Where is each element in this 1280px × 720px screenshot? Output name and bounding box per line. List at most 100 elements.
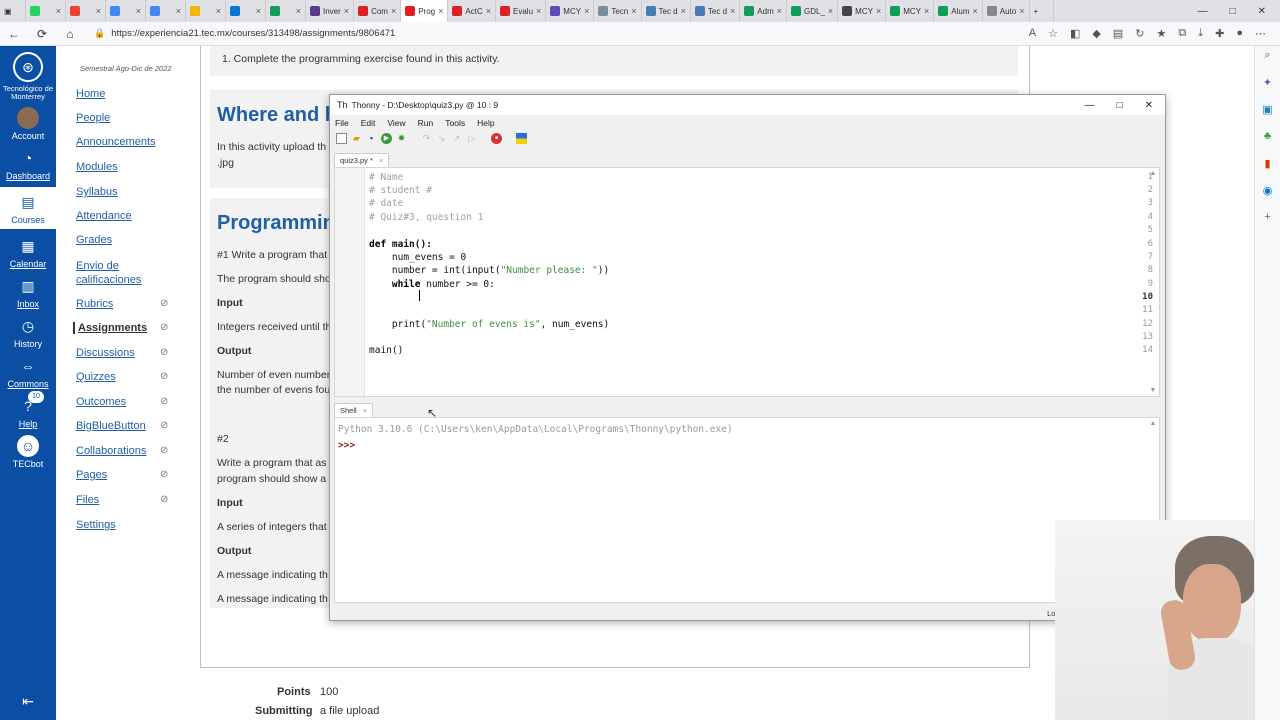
browser-tab[interactable]: × (266, 0, 306, 22)
office-icon[interactable]: ▮ (1255, 157, 1280, 181)
course-nav-assignments[interactable]: Assignments (73, 322, 147, 334)
browser-tab[interactable]: MCY × (838, 0, 887, 22)
close-tab-icon[interactable]: × (379, 156, 383, 165)
close-tab-icon[interactable]: × (173, 6, 181, 16)
course-nav-bigbluebutton[interactable]: BigBlueButton (76, 420, 146, 432)
scroll-up-icon[interactable]: ▲ (1149, 420, 1157, 427)
browser-tab[interactable]: Auto × (983, 0, 1030, 22)
url-field[interactable]: 🔒 https://experiencia21.tec.mx/courses/3… (94, 28, 395, 39)
close-tab-icon[interactable]: × (825, 6, 833, 16)
refresh-extension-icon[interactable]: ↻ (1135, 27, 1144, 40)
close-tab-icon[interactable]: × (388, 6, 396, 16)
more-icon[interactable]: ⋯ (1255, 27, 1266, 40)
open-file-icon[interactable]: ▰ (351, 133, 362, 144)
menu-file[interactable]: File (335, 118, 349, 128)
course-nav-discussions[interactable]: Discussions (76, 347, 135, 359)
outlook-icon[interactable]: ◉ (1255, 184, 1280, 208)
browser-tab[interactable]: × (106, 0, 146, 22)
browser-tab[interactable]: Tec d × (691, 0, 741, 22)
support-ukraine-icon[interactable] (516, 133, 527, 144)
new-file-icon[interactable] (336, 133, 347, 144)
run-icon[interactable]: ▶ (381, 133, 392, 144)
browser-tab[interactable]: Alum × (934, 0, 983, 22)
close-tab-icon[interactable]: × (483, 6, 491, 16)
course-nav-rubrics[interactable]: Rubrics (76, 298, 113, 310)
close-tab-icon[interactable]: × (293, 6, 301, 16)
browser-tab[interactable]: Prog × (401, 0, 449, 22)
minimize-icon[interactable]: — (1198, 6, 1208, 17)
global-nav-inbox[interactable]: ▥ Inbox (0, 275, 56, 309)
menu-view[interactable]: View (387, 118, 405, 128)
extension-icon[interactable]: ◆ (1092, 27, 1100, 40)
global-nav-dashboard[interactable]: ◔ Dashboard (0, 147, 56, 181)
browser-tab[interactable]: ActC × (448, 0, 496, 22)
close-tab-icon[interactable]: × (93, 6, 101, 16)
global-nav-tecbot[interactable]: ☺ TECbot (0, 435, 56, 469)
tec-logo[interactable]: ⊛ Tecnológico de Monterrey (0, 52, 56, 101)
maximize-icon[interactable]: □ (1230, 6, 1236, 17)
close-tab-icon[interactable]: × (341, 6, 349, 16)
browser-tab[interactable]: × (66, 0, 106, 22)
close-tab-icon[interactable]: × (253, 6, 261, 16)
close-icon[interactable]: ✕ (1258, 6, 1266, 17)
add-icon[interactable]: + (1255, 211, 1280, 235)
browser-tab[interactable]: × (226, 0, 266, 22)
close-tab-icon[interactable]: × (628, 6, 636, 16)
close-tab-icon[interactable]: × (53, 6, 61, 16)
shell-tab[interactable]: Shell × (334, 403, 374, 417)
global-nav-commons[interactable]: ⇔ Commons (0, 355, 56, 389)
thonny-titlebar[interactable]: Th Thonny - D:\Desktop\quiz3.py @ 10 : 9… (330, 95, 1165, 115)
refresh-icon[interactable]: ⟳ (28, 27, 56, 41)
editor-tab-quiz3[interactable]: quiz3.py * × (334, 153, 390, 167)
minimize-icon[interactable]: — (1085, 100, 1095, 111)
browser-tab[interactable]: × (186, 0, 226, 22)
read-aloud-icon[interactable]: A (1029, 27, 1036, 40)
games-icon[interactable]: ♣ (1255, 130, 1280, 154)
close-tab-icon[interactable]: × (774, 6, 782, 16)
course-nav-settings[interactable]: Settings (76, 519, 116, 531)
extensions-icon[interactable]: ✚ (1215, 27, 1224, 40)
global-nav-history[interactable]: ◷ History (0, 315, 56, 349)
favorites-icon[interactable]: ★ (1157, 27, 1167, 40)
tab-menu-button[interactable]: ▣ (0, 0, 26, 22)
browser-tab[interactable]: × (26, 0, 66, 22)
search-icon[interactable]: ⌕ (1255, 49, 1280, 73)
home-icon[interactable]: ⌂ (56, 27, 84, 41)
step-into-icon[interactable]: ↘ (436, 133, 447, 144)
browser-tab[interactable]: GDL_ × (787, 0, 839, 22)
global-nav-account[interactable]: Account (0, 107, 56, 141)
scroll-up-icon[interactable]: ▲ (1149, 170, 1157, 177)
menu-help[interactable]: Help (477, 118, 494, 128)
interpreter-status[interactable]: Local Python 3 • Thonny's Python (330, 607, 1165, 620)
favorite-icon[interactable]: ☆ (1048, 27, 1058, 40)
browser-tab[interactable]: MCY × (546, 0, 595, 22)
course-nav-modules[interactable]: Modules (76, 161, 118, 173)
close-tab-icon[interactable]: × (581, 6, 589, 16)
maximize-icon[interactable]: □ (1117, 100, 1123, 111)
new-tab-button[interactable]: + (1030, 0, 1054, 22)
course-nav-announcements[interactable]: Announcements (76, 136, 156, 148)
close-tab-icon[interactable]: × (363, 406, 367, 415)
extension-icon[interactable]: ▤ (1113, 27, 1123, 40)
close-tab-icon[interactable]: × (873, 6, 881, 16)
close-tab-icon[interactable]: × (1016, 6, 1024, 16)
browser-tab[interactable]: Inver × (306, 0, 355, 22)
step-out-icon[interactable]: ↗ (451, 133, 462, 144)
close-tab-icon[interactable]: × (727, 6, 735, 16)
editor-scrollbar[interactable]: ▲ ▼ (1149, 170, 1157, 394)
course-nav-syllabus[interactable]: Syllabus (76, 186, 118, 198)
close-tab-icon[interactable]: × (921, 6, 929, 16)
course-nav-pages[interactable]: Pages (76, 469, 107, 481)
browser-tab[interactable]: MCY × (886, 0, 935, 22)
stop-icon[interactable]: ■ (491, 133, 502, 144)
browser-tab[interactable]: Tecn × (594, 0, 642, 22)
profile-icon[interactable]: ● (1236, 27, 1243, 40)
close-tab-icon[interactable]: × (435, 6, 443, 16)
course-nav-outcomes[interactable]: Outcomes (76, 396, 126, 408)
course-nav-home[interactable]: Home (76, 88, 105, 100)
browser-tab[interactable]: × (146, 0, 186, 22)
close-icon[interactable]: ✕ (1145, 100, 1153, 111)
save-icon[interactable]: ▪ (366, 133, 377, 144)
browser-tab[interactable]: Com × (354, 0, 402, 22)
global-nav-help[interactable]: ? 10 Help (0, 391, 56, 429)
